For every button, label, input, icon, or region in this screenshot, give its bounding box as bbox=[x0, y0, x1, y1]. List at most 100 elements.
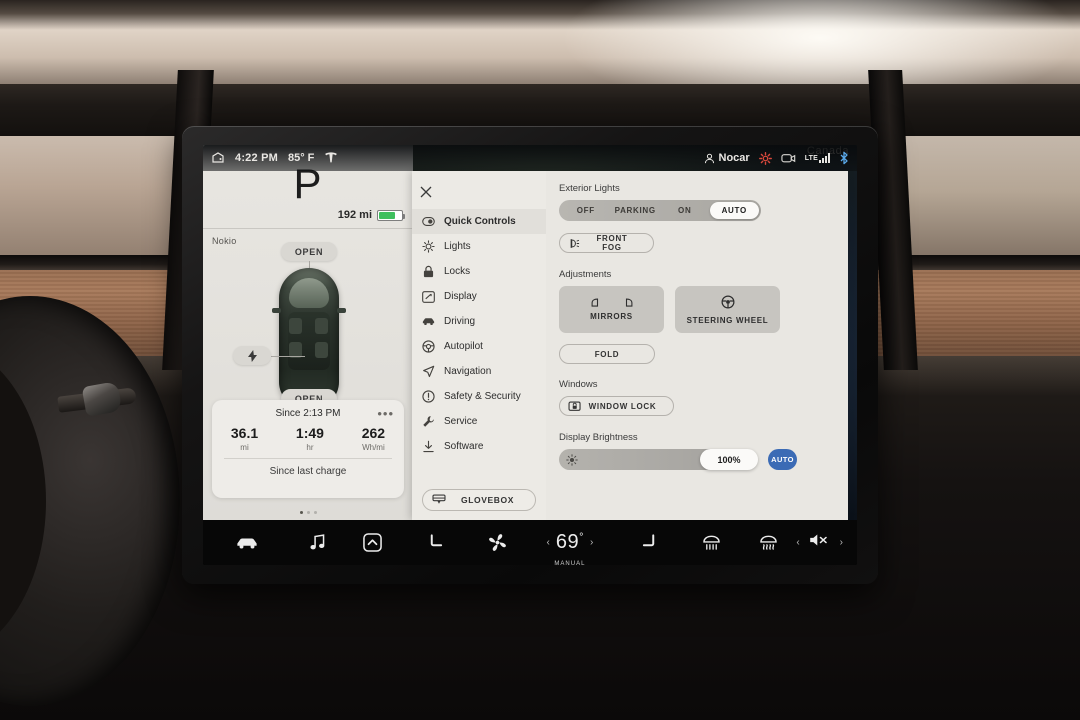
display-brightness-row: 100% AUTO bbox=[559, 449, 834, 470]
bluetooth-icon[interactable] bbox=[839, 151, 849, 165]
carousel-dot-1[interactable] bbox=[299, 511, 303, 514]
climate-mode-label: MANUAL bbox=[554, 561, 586, 565]
sidebar-label: Safety & Security bbox=[444, 391, 521, 402]
glovebox-button[interactable]: GLOVEBOX bbox=[422, 489, 536, 511]
safety-icon bbox=[422, 390, 435, 403]
seat-heater-left-icon bbox=[431, 534, 443, 547]
adjustments-tiles: MIRRORS STEERING WHEEL bbox=[559, 286, 834, 333]
sidebar-item-display[interactable]: Display bbox=[412, 284, 546, 309]
outside-temperature: 85° F bbox=[287, 152, 315, 164]
sidebar-label: Driving bbox=[444, 316, 476, 327]
more-dots-icon[interactable]: ••• bbox=[377, 406, 394, 421]
sidebar-item-safety-security[interactable]: Safety & Security bbox=[412, 384, 546, 409]
glovebox-icon bbox=[432, 494, 446, 504]
clock: 4:22 PM bbox=[235, 152, 278, 164]
download-icon bbox=[422, 440, 435, 453]
sidebar-label: Display bbox=[444, 291, 477, 302]
seat-rear-right bbox=[315, 342, 328, 358]
network-type-label: LTE bbox=[804, 154, 818, 162]
trip-distance-value: 36.1 bbox=[230, 425, 259, 441]
display-brightness-title: Display Brightness bbox=[559, 432, 638, 443]
sidebar-item-autopilot[interactable]: Autopilot bbox=[412, 334, 546, 359]
navigation-icon bbox=[422, 365, 435, 378]
seat-front-right bbox=[315, 318, 328, 334]
vehicle-status-panel[interactable]: P 192 mi Nokio OPEN OPEN Since 2:13 PM •… bbox=[203, 145, 413, 520]
front-fog-button[interactable]: FRONT FOG bbox=[559, 233, 654, 253]
range-row[interactable]: 192 mi bbox=[203, 205, 413, 221]
sidebar-item-service[interactable]: Service bbox=[412, 409, 546, 434]
front-defrost-button[interactable] bbox=[740, 535, 797, 551]
trip-duration-unit: hr bbox=[306, 443, 314, 452]
windshield-sun-glare bbox=[560, 0, 1080, 90]
carousel-dot-3[interactable] bbox=[313, 511, 317, 514]
right-mirror bbox=[337, 308, 346, 313]
window-lock-icon bbox=[568, 401, 581, 411]
trip-efficiency-unit: Wh/mi bbox=[362, 443, 385, 452]
panel-carousel-dots[interactable] bbox=[203, 511, 413, 514]
sidebar-item-software[interactable]: Software bbox=[412, 434, 546, 459]
sidebar-label: Autopilot bbox=[444, 341, 483, 352]
sidebar-item-navigation[interactable]: Navigation bbox=[412, 359, 546, 384]
steering-wheel-icon bbox=[721, 295, 735, 311]
driver-profile[interactable]: Nocar bbox=[704, 152, 750, 164]
charge-port-button[interactable] bbox=[233, 346, 271, 365]
fold-button[interactable]: FOLD bbox=[559, 344, 655, 364]
car-body-topview bbox=[272, 268, 346, 408]
app-launcher-button[interactable] bbox=[345, 533, 400, 552]
seat-heater-right-button[interactable] bbox=[616, 534, 684, 551]
touchscreen[interactable]: Canada 4:22 PM 85° F Nocar bbox=[203, 145, 857, 565]
close-icon[interactable] bbox=[420, 179, 446, 205]
fan-button[interactable] bbox=[471, 533, 524, 552]
trunk-open-button[interactable]: OPEN bbox=[281, 242, 337, 261]
sidebar-item-quick-controls[interactable]: Quick Controls bbox=[412, 209, 546, 234]
chevron-right-icon[interactable]: › bbox=[590, 537, 593, 548]
exterior-lights-segmented-control[interactable]: OFF PARKING ON AUTO bbox=[559, 200, 761, 221]
lights-option-auto[interactable]: AUTO bbox=[709, 202, 759, 219]
driver-door-icon bbox=[211, 152, 225, 164]
carousel-dot-2[interactable] bbox=[306, 511, 310, 514]
volume-prev-icon[interactable]: ‹ bbox=[796, 537, 799, 548]
gear-icon[interactable] bbox=[758, 151, 772, 165]
settings-sidebar[interactable]: Quick Controls Lights Locks Display Driv… bbox=[412, 171, 546, 520]
brightness-value[interactable]: 100% bbox=[700, 449, 758, 470]
window-lock-button[interactable]: WINDOW LOCK bbox=[559, 396, 674, 416]
seat-front-left bbox=[289, 318, 302, 334]
trip-footer-link[interactable]: Since last charge bbox=[212, 459, 404, 477]
car-controls-button[interactable] bbox=[203, 536, 291, 550]
sidebar-item-driving[interactable]: Driving bbox=[412, 309, 546, 334]
trip-stats-card[interactable]: Since 2:13 PM ••• 36.1 mi 1:49 hr 262 Wh… bbox=[212, 400, 404, 498]
car-icon bbox=[237, 538, 257, 548]
chevron-left-icon[interactable]: ‹ bbox=[547, 537, 550, 548]
fog-lamp-icon bbox=[570, 238, 580, 248]
car-interior-scene: Canada 4:22 PM 85° F Nocar bbox=[0, 0, 1080, 720]
trip-distance-unit: mi bbox=[240, 443, 249, 452]
chevron-up-icon bbox=[363, 533, 383, 552]
car-icon bbox=[422, 315, 435, 328]
volume-muted-icon[interactable] bbox=[809, 533, 831, 552]
sidebar-item-lights[interactable]: Lights bbox=[412, 234, 546, 259]
seat-heater-left-button[interactable] bbox=[400, 534, 471, 551]
status-bar: 4:22 PM 85° F Nocar LTE bbox=[203, 145, 857, 171]
climate-temperature-control[interactable]: ‹ 69° › MANUAL bbox=[524, 531, 615, 565]
adjustments-title: Adjustments bbox=[559, 269, 612, 280]
mirrors-tile[interactable]: MIRRORS bbox=[559, 286, 664, 333]
volume-next-icon[interactable]: › bbox=[840, 537, 843, 548]
rear-defrost-button[interactable] bbox=[683, 535, 740, 551]
volume-control[interactable]: ‹ › bbox=[796, 533, 857, 552]
brightness-auto-toggle[interactable]: AUTO bbox=[768, 449, 797, 470]
sidebar-item-locks[interactable]: Locks bbox=[412, 259, 546, 284]
lights-option-off[interactable]: OFF bbox=[561, 202, 611, 219]
dashcam-icon[interactable] bbox=[781, 152, 796, 164]
lights-option-parking[interactable]: PARKING bbox=[611, 202, 661, 219]
left-mirror bbox=[272, 308, 281, 313]
steering-wheel-label: STEERING WHEEL bbox=[686, 315, 769, 325]
tesla-t-logo-icon[interactable] bbox=[324, 152, 338, 164]
media-button[interactable] bbox=[291, 534, 346, 551]
brightness-slider[interactable]: 100% bbox=[559, 449, 758, 470]
range-value: 192 mi bbox=[337, 209, 372, 221]
bottom-control-bar[interactable]: ‹ 69° › MANUAL ‹ › bbox=[203, 520, 857, 565]
trip-stat-efficiency: 262 Wh/mi bbox=[362, 425, 385, 452]
steering-wheel-tile[interactable]: STEERING WHEEL bbox=[675, 286, 780, 333]
lights-option-on[interactable]: ON bbox=[660, 202, 710, 219]
settings-panel[interactable]: Quick Controls Lights Locks Display Driv… bbox=[412, 171, 848, 520]
